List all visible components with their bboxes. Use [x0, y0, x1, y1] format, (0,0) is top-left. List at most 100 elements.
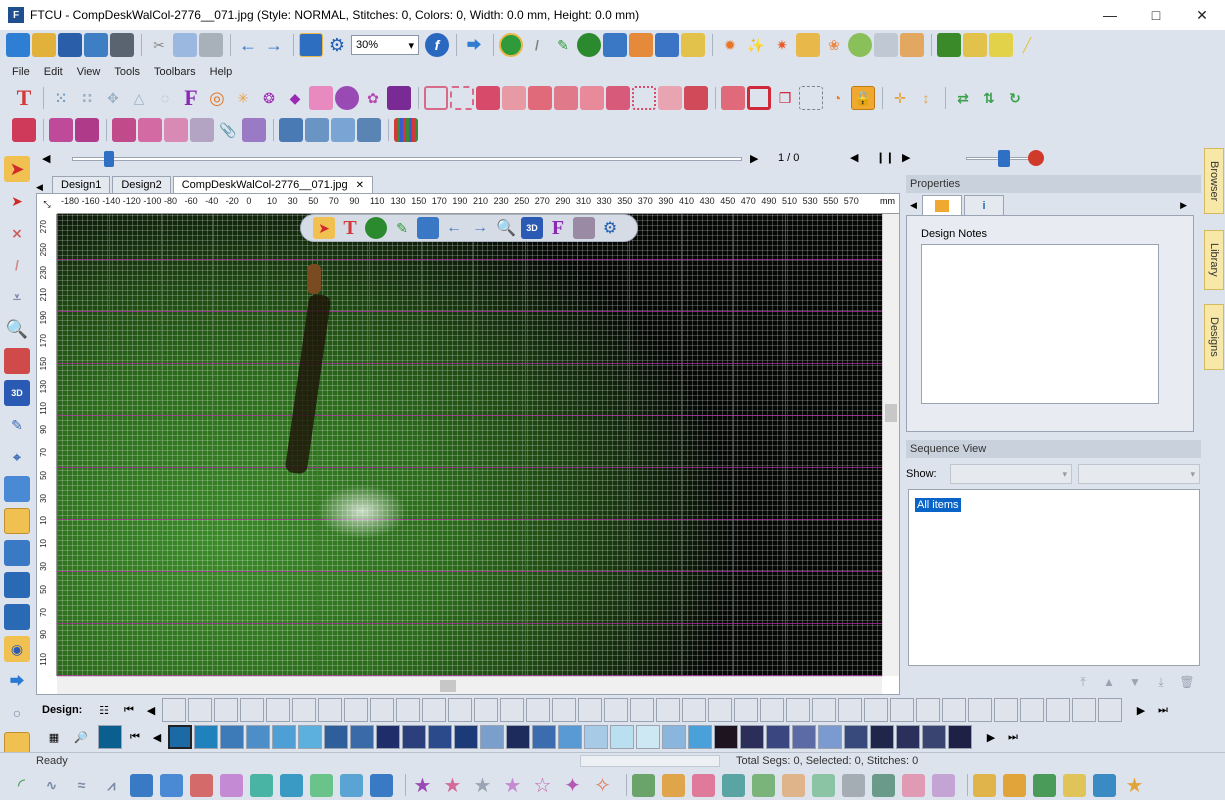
orange-fill-icon[interactable] — [662, 773, 685, 797]
pin-icon[interactable]: ○ — [4, 700, 30, 726]
blue-wave-icon[interactable] — [280, 773, 303, 797]
empty-swatch[interactable] — [708, 698, 732, 722]
thread-color-swatch[interactable] — [246, 725, 270, 749]
thread-color-swatch[interactable] — [194, 725, 218, 749]
thread-color-swatch[interactable] — [532, 725, 556, 749]
name-badge-icon[interactable] — [335, 86, 359, 110]
save-icon[interactable] — [58, 33, 82, 57]
blocks-alt-icon[interactable] — [606, 86, 630, 110]
thread-color-swatch[interactable] — [350, 725, 374, 749]
search-color-icon[interactable]: 🔎 — [68, 731, 94, 744]
layer-icon[interactable] — [476, 86, 500, 110]
wave-stitch-icon[interactable]: ∿ — [40, 774, 63, 797]
thread-color-swatch[interactable] — [740, 725, 764, 749]
empty-swatch[interactable] — [812, 698, 836, 722]
thread-color-swatch[interactable] — [922, 725, 946, 749]
wand-icon[interactable]: ╱ — [1015, 33, 1039, 57]
slider-right-icon[interactable]: ▶ — [750, 152, 758, 165]
empty-swatch[interactable] — [1020, 698, 1044, 722]
prop-tab-right-icon[interactable]: ▶ — [1180, 200, 1187, 211]
lilac-star-icon[interactable]: ★ — [501, 774, 524, 797]
side-tab-designs[interactable]: Designs — [1204, 304, 1224, 370]
magic-wand-icon[interactable]: ✨ — [744, 33, 768, 57]
brush-icon[interactable] — [655, 33, 679, 57]
clipboard-icon[interactable] — [4, 572, 30, 598]
stitch-slider-thumb[interactable] — [104, 151, 114, 167]
sequence-item-all[interactable]: All items — [915, 498, 961, 512]
thread-color-swatch[interactable] — [714, 725, 738, 749]
font-icon[interactable]: F — [547, 217, 569, 239]
delete-icon[interactable]: 🗑 — [1174, 675, 1200, 693]
empty-swatch[interactable] — [890, 698, 914, 722]
3d-view-icon[interactable]: 3D — [521, 217, 543, 239]
tab-design1[interactable]: Design1 — [52, 176, 111, 193]
line-tool-icon[interactable]: / — [525, 33, 549, 57]
lock-icon[interactable]: 🔒 — [851, 86, 875, 110]
dashed-frame-icon[interactable] — [632, 86, 656, 110]
minimize-icon[interactable]: — — [1087, 0, 1133, 30]
empty-swatch[interactable] — [864, 698, 888, 722]
empty-swatch[interactable] — [994, 698, 1018, 722]
peach-fill-icon[interactable] — [782, 773, 805, 797]
rotate-icon[interactable]: ↻ — [1003, 86, 1027, 110]
border-frame-icon[interactable] — [424, 86, 448, 110]
grid-dots-icon[interactable]: ∷ — [75, 86, 99, 110]
thread-color-swatch[interactable] — [298, 725, 322, 749]
text-tool-icon[interactable]: T — [339, 217, 361, 239]
fan-stitch-icon[interactable] — [973, 773, 996, 797]
empty-swatch[interactable] — [1046, 698, 1070, 722]
menu-view[interactable]: View — [77, 66, 101, 78]
prev-icon[interactable]: ◀ — [850, 151, 858, 164]
design-notes-textarea[interactable] — [921, 244, 1159, 404]
menu-tools[interactable]: Tools — [114, 66, 140, 78]
first-page-icon[interactable]: ⏮ — [118, 704, 140, 717]
snowflake-icon[interactable] — [49, 118, 73, 142]
view-design-icon[interactable] — [299, 33, 323, 57]
triangle-pattern-icon[interactable]: △ — [127, 86, 151, 110]
diamond-pattern-icon[interactable] — [12, 118, 36, 142]
empty-swatch[interactable] — [370, 698, 394, 722]
thread-color-swatch[interactable] — [870, 725, 894, 749]
cross-fill-icon[interactable] — [932, 773, 955, 797]
virus-icon[interactable]: ❂ — [257, 86, 281, 110]
vertical-scroll-thumb[interactable] — [885, 404, 897, 422]
triangle-shapes-icon[interactable] — [874, 33, 898, 57]
cursor-pattern-icon[interactable] — [75, 118, 99, 142]
tab-scroll-left-icon[interactable]: ◀ — [36, 182, 52, 193]
thread-color-swatch[interactable] — [376, 725, 400, 749]
thread-color-swatch[interactable] — [480, 725, 504, 749]
settings-gear-icon[interactable]: ⚙ — [599, 217, 621, 239]
zoom-icon[interactable]: 🔍 — [4, 316, 30, 342]
empty-swatch[interactable] — [656, 698, 680, 722]
move-bottom-icon[interactable]: ⤓ — [1148, 675, 1174, 693]
inset-frame-icon[interactable] — [658, 86, 682, 110]
yellow-frame-icon[interactable] — [963, 33, 987, 57]
mint-fill-icon[interactable] — [812, 773, 835, 797]
purple-star-icon[interactable]: ★ — [411, 774, 434, 797]
node-select-icon[interactable]: ➤ — [4, 188, 30, 214]
empty-swatch[interactable] — [500, 698, 524, 722]
menu-edit[interactable]: Edit — [44, 66, 63, 78]
menu-file[interactable]: File — [12, 66, 30, 78]
empty-swatch[interactable] — [266, 698, 290, 722]
paint-bucket-icon[interactable] — [417, 217, 439, 239]
empty-swatch[interactable] — [786, 698, 810, 722]
open-folder-icon[interactable] — [32, 33, 56, 57]
dots-pattern-icon[interactable]: ⁙ — [49, 86, 73, 110]
empty-swatch[interactable] — [1072, 698, 1096, 722]
rect-layer-icon[interactable] — [502, 86, 526, 110]
color-picker-icon[interactable] — [499, 33, 523, 57]
empty-swatch[interactable] — [604, 698, 628, 722]
redo-icon[interactable]: → — [262, 33, 286, 57]
arc-stitch-icon[interactable]: ◜ — [10, 774, 33, 797]
thread-color-swatch[interactable] — [818, 725, 842, 749]
thread-color-swatch[interactable] — [454, 725, 478, 749]
empty-swatch[interactable] — [344, 698, 368, 722]
feather-stitch-icon[interactable]: ≈ — [70, 774, 93, 797]
fill-circle-icon[interactable] — [577, 33, 601, 57]
pink-star-icon[interactable]: ★ — [441, 774, 464, 797]
rose-fill-icon[interactable] — [902, 773, 925, 797]
brush-tool-icon[interactable]: ✎ — [4, 412, 30, 438]
thread-color-swatch[interactable] — [558, 725, 582, 749]
empty-swatch[interactable] — [318, 698, 342, 722]
